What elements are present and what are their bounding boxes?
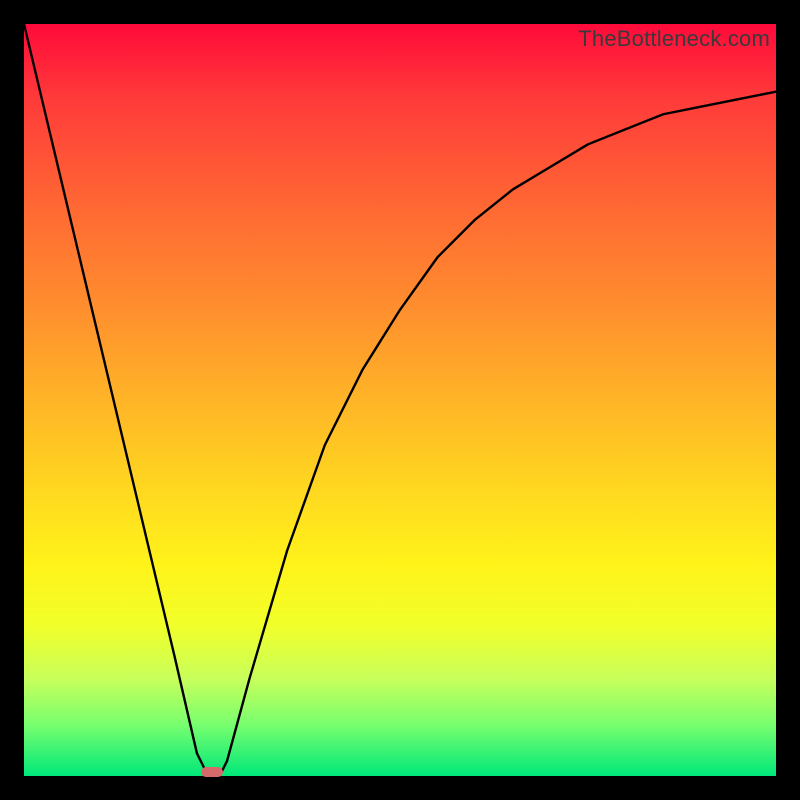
chart-frame: TheBottleneck.com bbox=[0, 0, 800, 800]
chart-curve bbox=[24, 24, 776, 776]
plot-area: TheBottleneck.com bbox=[24, 24, 776, 776]
optimum-marker bbox=[201, 767, 223, 777]
